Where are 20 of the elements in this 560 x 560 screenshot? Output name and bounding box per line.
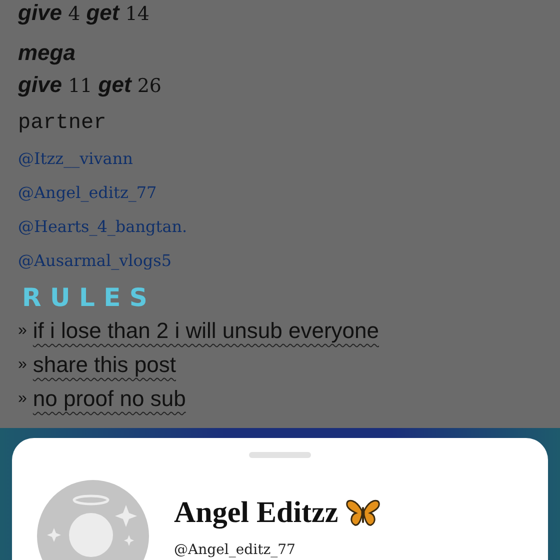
rule-text: if i lose than 2 i will unsub everyone: [32, 318, 379, 344]
section-label: partner: [18, 112, 106, 135]
drag-handle[interactable]: [249, 452, 311, 458]
rules-title: R U L E S: [22, 283, 148, 312]
rule-text: no proof no sub: [32, 386, 186, 412]
bullet-mark: »: [18, 356, 27, 374]
mention-link[interactable]: @Itzz__vivann: [18, 149, 133, 168]
profile-name: Angel Editzz: [174, 496, 338, 530]
mention-link[interactable]: @Angel_editz_77: [18, 183, 157, 202]
profile-handle: @Angel_editz_77: [174, 542, 296, 558]
bullet-mark: »: [18, 322, 27, 340]
section-heading: mega: [18, 40, 76, 65]
offer-text: give 11 get 26: [18, 75, 162, 97]
butterfly-icon: [346, 499, 380, 527]
mention-link[interactable]: @Ausarmal_vlogs5: [18, 251, 172, 270]
rule-text: share this post: [32, 352, 176, 378]
angel-avatar-icon: [37, 480, 149, 560]
offer-text: give 4 get 14: [18, 3, 150, 25]
bullet-mark: »: [18, 390, 27, 408]
mention-link[interactable]: @Hearts_4_bangtan.: [18, 217, 188, 236]
